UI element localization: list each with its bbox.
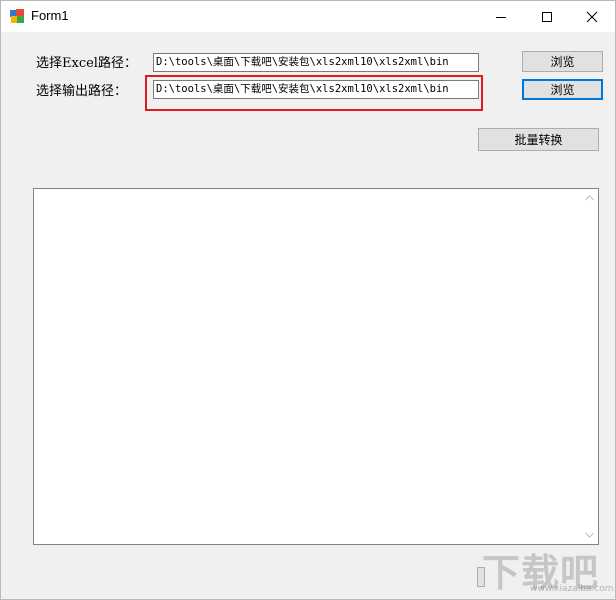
log-textarea[interactable] bbox=[33, 188, 599, 545]
batch-convert-button[interactable]: 批量转换 bbox=[478, 128, 599, 151]
excel-path-input[interactable]: D:\tools\桌面\下载吧\安装包\xls2xml10\xls2xml\bi… bbox=[153, 53, 479, 72]
watermark-url: www.xiazaiba.com bbox=[530, 584, 614, 594]
excel-path-label: 选择Excel路径： bbox=[36, 56, 137, 71]
title-bar[interactable]: Form1 bbox=[1, 1, 615, 32]
browse-output-button[interactable]: 浏览 bbox=[522, 79, 603, 100]
close-button[interactable] bbox=[569, 1, 615, 32]
vertical-scrollbar[interactable] bbox=[581, 189, 598, 544]
highlight-box bbox=[145, 75, 483, 111]
window-title: Form1 bbox=[31, 8, 69, 23]
minimize-button[interactable] bbox=[478, 1, 524, 32]
app-window: Form1 选择Excel路径： D:\tools\桌面\下载吧\安装包\xls… bbox=[0, 0, 616, 600]
maximize-icon bbox=[542, 12, 552, 22]
scroll-up-icon[interactable] bbox=[585, 195, 594, 201]
scroll-down-icon[interactable] bbox=[585, 532, 594, 538]
browse-excel-button[interactable]: 浏览 bbox=[522, 51, 603, 72]
minimize-icon bbox=[496, 17, 506, 18]
close-icon bbox=[586, 11, 598, 23]
maximize-button[interactable] bbox=[524, 1, 570, 32]
app-icon bbox=[10, 9, 24, 23]
output-path-label: 选择输出路径： bbox=[36, 84, 128, 99]
